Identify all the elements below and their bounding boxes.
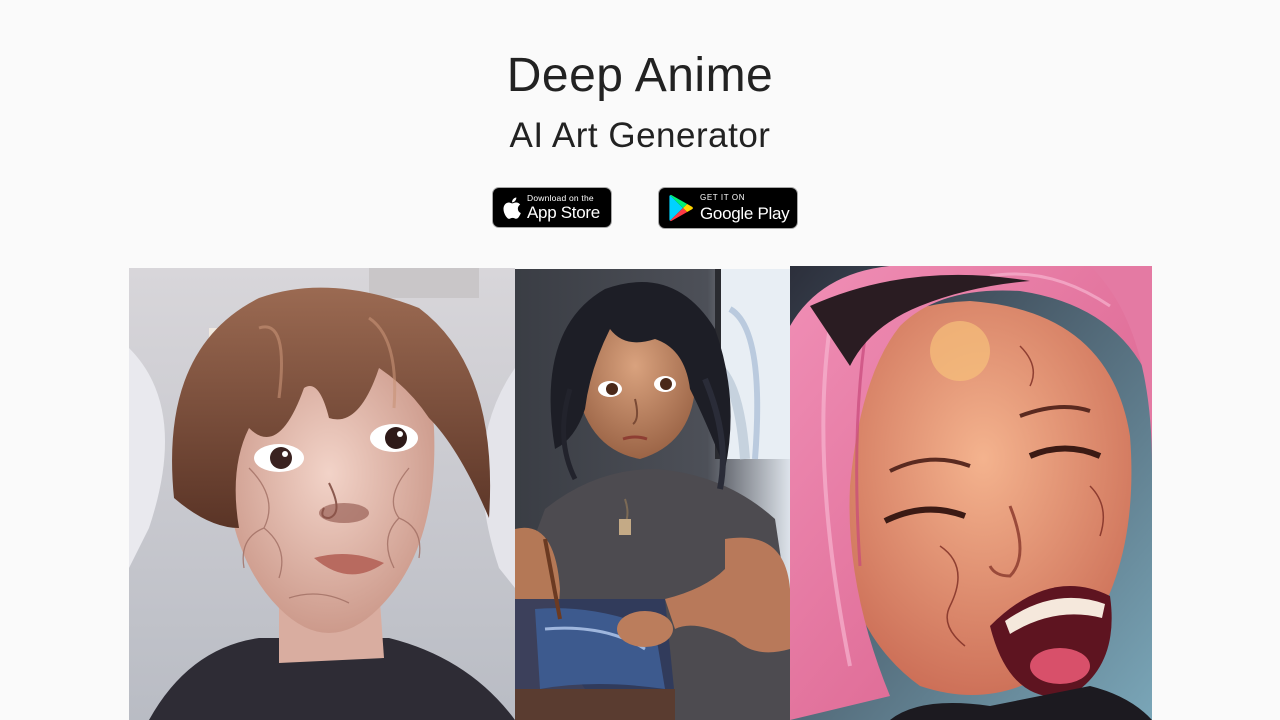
landing-page: Deep Anime AI Art Generator Download on … [0, 0, 1280, 720]
gallery-image-anime-artist [515, 269, 790, 720]
app-store-badge-button[interactable]: Download on the App Store [492, 187, 612, 228]
app-store-big-label: App Store [527, 203, 600, 223]
google-play-big-label: Google Play [700, 204, 790, 223]
google-play-logo-icon [668, 194, 696, 222]
google-play-small-label: GET IT ON [700, 193, 746, 202]
gallery-image-anime-pink-hair [790, 266, 1152, 720]
app-store-badge-text: Download on the App Store [527, 194, 600, 222]
apple-logo-icon [501, 196, 523, 219]
app-store-small-label: Download on the [527, 192, 594, 203]
google-play-badge-text: GET IT ON Google Play [700, 193, 790, 223]
google-play-badge-button[interactable]: GET IT ON Google Play [658, 187, 798, 229]
gallery-image-anime-man [129, 268, 515, 720]
page-subtitle: AI Art Generator [509, 116, 771, 155]
page-title: Deep Anime [506, 49, 774, 102]
